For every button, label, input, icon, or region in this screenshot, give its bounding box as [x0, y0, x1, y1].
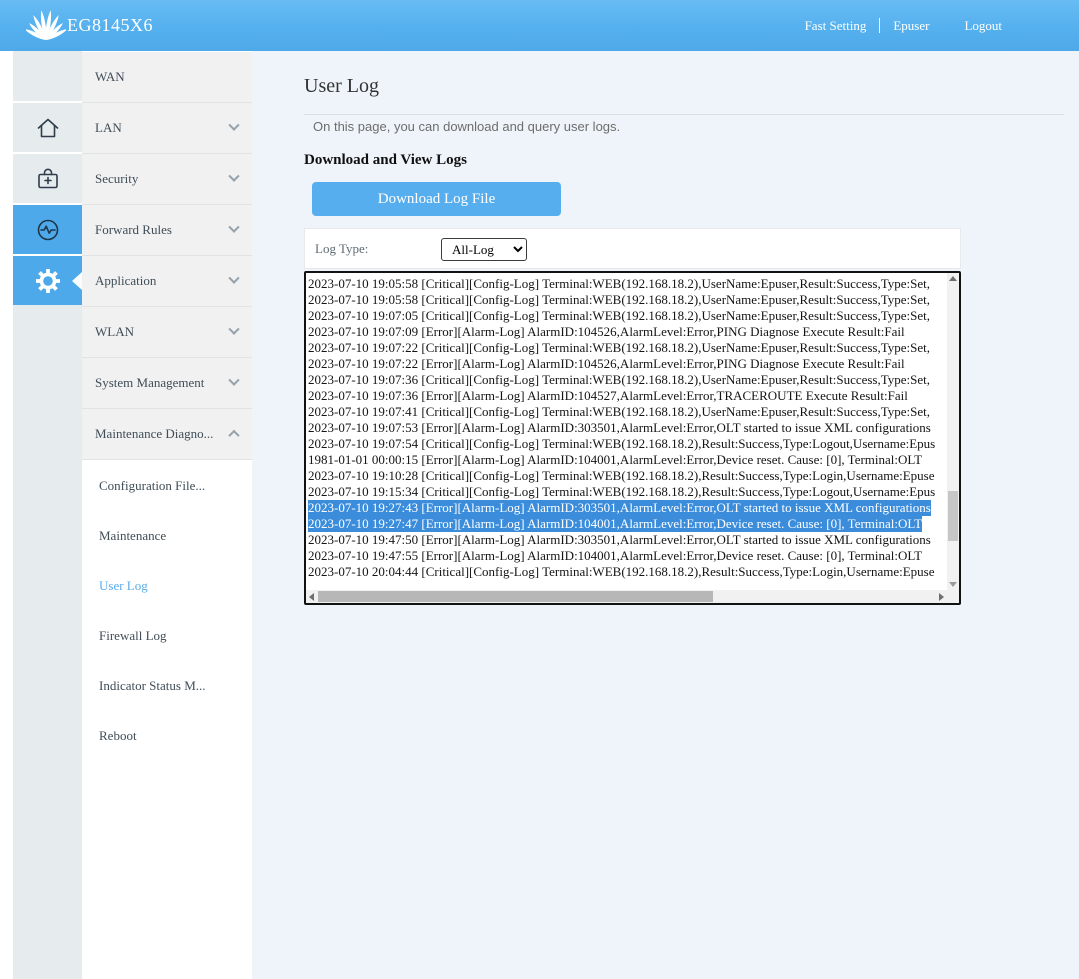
- log-line: 2023-07-10 19:07:22 [Error][Alarm-Log] A…: [308, 356, 905, 371]
- chevron-down-icon: [228, 374, 240, 386]
- home-nav-button[interactable]: [13, 103, 82, 152]
- triangle-left-icon: [309, 592, 314, 601]
- log-type-panel: Log Type: All-Log: [304, 228, 961, 269]
- vertical-scrollbar[interactable]: [947, 273, 959, 590]
- log-line: 2023-07-10 19:07:54 [Critical][Config-Lo…: [308, 436, 936, 451]
- scroll-down-button[interactable]: [947, 579, 959, 590]
- log-line: 2023-07-10 19:47:50 [Error][Alarm-Log] A…: [308, 532, 931, 547]
- active-rail-arrow: [72, 271, 82, 290]
- header-nav: Fast Setting Epuser Logout: [805, 0, 1002, 51]
- sidebar-item-application[interactable]: Application: [82, 256, 252, 307]
- log-line: 2023-07-10 19:07:36 [Error][Alarm-Log] A…: [308, 388, 908, 403]
- sidebar-item-wan[interactable]: WAN: [82, 52, 252, 103]
- menu-label: System Management: [95, 375, 205, 390]
- sidebar-item-system-management[interactable]: System Management: [82, 358, 252, 409]
- page-description: On this page, you can download and query…: [313, 119, 621, 134]
- menu-label: Forward Rules: [95, 222, 172, 237]
- sidebar-item-maintenance-diagnose[interactable]: Maintenance Diagno...: [82, 409, 252, 460]
- scrollbar-corner: [947, 590, 959, 603]
- icon-rail: [13, 51, 82, 979]
- chevron-down-icon: [228, 119, 240, 131]
- log-line: 2023-07-10 19:07:53 [Error][Alarm-Log] A…: [308, 420, 931, 435]
- sidebar-item-configuration-file[interactable]: Configuration File...: [82, 461, 252, 511]
- network-nav-button[interactable]: [13, 154, 82, 203]
- device-model-title: EG8145X6: [67, 15, 153, 35]
- horizontal-scrollbar-thumb[interactable]: [318, 591, 713, 602]
- sidebar-menu: WAN LAN Security Forward Rules Applicati…: [82, 51, 252, 979]
- log-line: 1981-01-01 00:00:15 [Error][Alarm-Log] A…: [308, 452, 923, 467]
- title-divider: [304, 114, 1064, 115]
- sidebar-item-firewall-log[interactable]: Firewall Log: [82, 611, 252, 661]
- username-link[interactable]: Epuser: [893, 18, 929, 34]
- toolbox-plus-icon: [37, 168, 58, 188]
- log-line: 2023-07-10 19:05:58 [Critical][Config-Lo…: [308, 292, 931, 307]
- log-line: 2023-07-10 19:47:55 [Error][Alarm-Log] A…: [308, 548, 923, 563]
- settings-nav-button[interactable]: [13, 256, 82, 305]
- vertical-scrollbar-thumb[interactable]: [948, 491, 958, 541]
- section-title: Download and View Logs: [304, 152, 467, 168]
- menu-label: WLAN: [95, 324, 134, 339]
- sidebar-item-maintenance[interactable]: Maintenance: [82, 511, 252, 561]
- sidebar-item-indicator-status[interactable]: Indicator Status M...: [82, 661, 252, 711]
- submenu-label: Firewall Log: [99, 628, 167, 643]
- download-log-file-button[interactable]: Download Log File: [312, 182, 561, 216]
- menu-label: Maintenance Diagno...: [95, 426, 214, 441]
- sidebar-item-user-log[interactable]: User Log: [82, 561, 252, 611]
- submenu-label: Maintenance: [99, 528, 167, 543]
- log-type-label: Log Type:: [315, 240, 369, 256]
- page-title: User Log: [304, 75, 379, 97]
- log-line: 2023-07-10 19:07:22 [Critical][Config-Lo…: [308, 340, 931, 355]
- menu-label: Application: [95, 273, 157, 288]
- main-content: User Log On this page, you can download …: [252, 51, 1079, 979]
- gear-icon: [35, 268, 60, 293]
- chevron-up-icon: [228, 429, 240, 442]
- log-line: 2023-07-10 19:07:09 [Error][Alarm-Log] A…: [308, 324, 905, 339]
- diagnose-pulse-icon: [37, 219, 58, 240]
- log-type-select[interactable]: All-Log: [441, 238, 527, 261]
- sidebar-item-forward-rules[interactable]: Forward Rules: [82, 205, 252, 256]
- log-line: 2023-07-10 19:15:34 [Critical][Config-Lo…: [308, 484, 936, 499]
- chevron-down-icon: [228, 323, 240, 335]
- sidebar-item-reboot[interactable]: Reboot: [82, 711, 252, 761]
- log-line: 2023-07-10 19:05:58 [Critical][Config-Lo…: [308, 276, 931, 291]
- logout-link[interactable]: Logout: [964, 18, 1002, 34]
- rail-cell-blank: [13, 52, 82, 101]
- header-divider: [879, 18, 881, 33]
- scroll-right-button[interactable]: [936, 590, 947, 603]
- submenu-label: Configuration File...: [99, 478, 206, 493]
- log-line: 2023-07-10 19:07:05 [Critical][Config-Lo…: [308, 308, 931, 323]
- chevron-down-icon: [228, 170, 240, 182]
- menu-label: LAN: [95, 120, 122, 135]
- huawei-logo-icon: [26, 10, 66, 40]
- fast-setting-link[interactable]: Fast Setting: [805, 18, 867, 34]
- sidebar-item-wlan[interactable]: WLAN: [82, 307, 252, 358]
- chevron-down-icon: [228, 272, 240, 284]
- log-line-selected: 2023-07-10 19:27:43 [Error][Alarm-Log] A…: [308, 500, 931, 516]
- submenu-label-active: User Log: [99, 578, 148, 593]
- chevron-down-icon: [228, 221, 240, 233]
- horizontal-scrollbar[interactable]: [306, 590, 947, 603]
- scroll-left-button[interactable]: [306, 590, 317, 603]
- home-icon: [37, 118, 58, 137]
- app-header: EG8145X6 Fast Setting Epuser Logout: [0, 0, 1079, 51]
- log-line: 2023-07-10 19:07:36 [Critical][Config-Lo…: [308, 372, 931, 387]
- triangle-up-icon: [949, 276, 957, 281]
- submenu-label: Reboot: [99, 728, 137, 743]
- menu-label: WAN: [95, 69, 125, 84]
- sidebar-item-security[interactable]: Security: [82, 154, 252, 205]
- log-lines: 2023-07-10 19:05:58 [Critical][Config-Lo…: [308, 276, 945, 587]
- triangle-down-icon: [949, 582, 957, 587]
- log-line: 2023-07-10 20:04:44 [Critical][Config-Lo…: [308, 564, 935, 579]
- log-viewer[interactable]: 2023-07-10 19:05:58 [Critical][Config-Lo…: [304, 271, 961, 605]
- log-line-selected: 2023-07-10 19:27:47 [Error][Alarm-Log] A…: [308, 516, 923, 532]
- log-line: 2023-07-10 19:10:28 [Critical][Config-Lo…: [308, 468, 935, 483]
- triangle-right-icon: [939, 592, 944, 601]
- menu-label: Security: [95, 171, 139, 186]
- sidebar-item-lan[interactable]: LAN: [82, 103, 252, 154]
- diagnose-nav-button[interactable]: [13, 205, 82, 254]
- log-line: 2023-07-10 19:07:41 [Critical][Config-Lo…: [308, 404, 931, 419]
- scroll-up-button[interactable]: [947, 273, 959, 284]
- submenu-label: Indicator Status M...: [99, 678, 206, 693]
